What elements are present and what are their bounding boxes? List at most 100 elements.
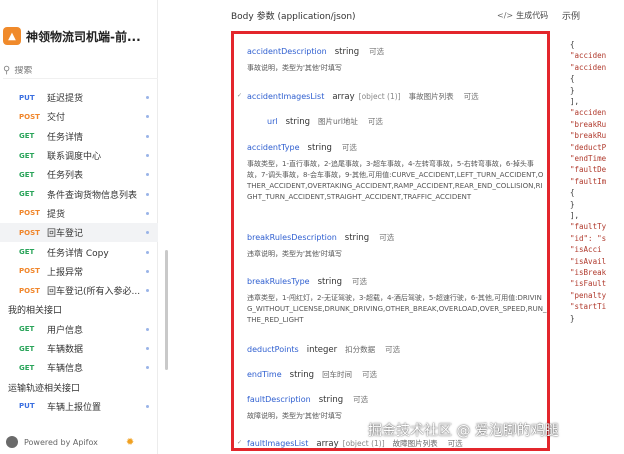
param-optional: 可选	[353, 395, 369, 404]
status-dot-icon	[146, 366, 149, 370]
param-name[interactable]: faultImagesList	[247, 439, 308, 448]
json-line: }	[570, 85, 575, 95]
sidebar-scrollbar[interactable]	[165, 250, 168, 370]
json-line: {	[570, 40, 575, 49]
param-url: url string 图片url地址 可选	[267, 116, 547, 127]
http-method-badge: POST	[19, 112, 40, 121]
param-type-detail: [object (1)]	[342, 439, 385, 448]
http-method-badge: POST	[19, 228, 40, 237]
param-description: 事故说明，类型为'其他'时填写	[247, 64, 342, 72]
param-name[interactable]: accidentType	[247, 143, 300, 152]
sidebar-endpoint[interactable]: GET 用户信息	[0, 320, 158, 339]
param-optional: 可选	[367, 117, 383, 126]
http-method-badge: GET	[19, 363, 35, 372]
param-description: 违章类型，1-闯红灯，2-无证驾驶，3-超载，4-酒后驾驶，5-超速行驶，6-其…	[247, 294, 547, 324]
param-type: string	[318, 395, 344, 405]
status-dot-icon	[146, 289, 149, 293]
param-name[interactable]: accidentDescription	[247, 47, 327, 56]
project-logo-icon: ▲	[3, 27, 21, 45]
project-title[interactable]: 神领物流司机端-前...	[26, 28, 141, 45]
param-header: accidentImagesList array [object (1)] 事故图片列…	[247, 91, 547, 102]
param-optional: 可选	[463, 92, 479, 101]
api-tree: PUT 延迟提货 POST 交付 GET 任务详情 GET 联系调度中心 GET 任务列表 GET 条…	[0, 88, 158, 416]
param-optional: 可选	[341, 143, 357, 152]
apifox-logo-icon	[6, 436, 18, 448]
json-line: {	[570, 188, 575, 198]
http-method-badge: GET	[19, 151, 35, 160]
endpoint-label: 车辆信息	[47, 364, 84, 375]
sidebar-endpoint[interactable]: PUT 车辆上报位置	[0, 397, 158, 416]
json-example: { "acciden "acciden { } ], "acciden "bre…	[556, 28, 624, 454]
http-method-badge: POST	[19, 209, 40, 218]
param-header: breakRulesDescription string 可选	[247, 232, 547, 243]
sidebar-folder[interactable]: 运输轨迹相关接口	[0, 377, 158, 396]
param-header: url string 图片url地址 可选	[267, 116, 547, 127]
generate-code-button[interactable]: </> 生成代码	[497, 10, 548, 21]
param-header: accidentDescription string 可选	[247, 46, 547, 57]
json-line: "acciden	[570, 108, 607, 118]
param-faultDescription: faultDescription string 可选 故障说明，类型为'其他'时填写	[247, 394, 547, 422]
param-name[interactable]: url	[267, 117, 278, 126]
param-type: array	[332, 92, 355, 102]
status-dot-icon	[146, 231, 149, 235]
sidebar-endpoint[interactable]: POST 回车登记	[0, 223, 158, 243]
folder-label: 运输轨迹相关接口	[8, 383, 81, 394]
sidebar: ▲ 神领物流司机端-前... ⚲ PUT延迟提货POST交付GET任务详情GET…	[0, 0, 158, 454]
watermark: 掘金技术社区 @ 爱泡脚的鸡腿	[368, 423, 559, 439]
sidebar-endpoint[interactable]: GET 任务详情	[0, 127, 158, 146]
sidebar-endpoint[interactable]: POST 提货	[0, 204, 158, 223]
http-method-badge: POST	[19, 286, 40, 295]
param-name[interactable]: accidentImagesList	[247, 92, 324, 101]
param-type: string	[289, 370, 315, 380]
param-header: faultDescription string 可选	[247, 394, 547, 405]
param-name[interactable]: endTime	[247, 370, 282, 379]
collapse-icon[interactable]: ✓	[237, 439, 242, 446]
sidebar-endpoint[interactable]: POST 上报异常	[0, 262, 158, 281]
search-input[interactable]	[14, 65, 135, 76]
param-name[interactable]: faultDescription	[247, 395, 311, 404]
param-name[interactable]: breakRulesType	[247, 277, 310, 286]
status-dot-icon	[146, 154, 149, 158]
collapse-icon[interactable]: ✓	[237, 92, 242, 99]
json-line: "endTime	[570, 154, 607, 163]
sidebar-endpoint[interactable]: POST 交付	[0, 107, 158, 126]
json-line: ],	[570, 211, 580, 220]
json-line: "penalty	[570, 290, 607, 300]
sidebar-endpoint[interactable]: GET 车辆数据	[0, 339, 158, 358]
json-line: "acciden	[570, 62, 607, 72]
param-name[interactable]: deductPoints	[247, 345, 299, 354]
sidebar-folder[interactable]: 我的相关接口	[0, 300, 158, 319]
endpoint-label: 延迟提货	[47, 94, 84, 105]
status-dot-icon	[146, 173, 149, 177]
sidebar-endpoint[interactable]: GET 联系调度中心	[0, 146, 158, 165]
param-header: breakRulesType string 可选	[247, 276, 547, 287]
sidebar-endpoint[interactable]: GET 条件查询货物信息列表	[0, 184, 158, 203]
param-optional: 可选	[352, 277, 368, 286]
sidebar-endpoint[interactable]: GET 任务详情 Copy	[0, 242, 158, 261]
body-params-title: Body 参数 (application/json)	[231, 12, 356, 22]
param-type: string	[334, 47, 360, 57]
powered-by-label[interactable]: Powered by Apifox	[24, 438, 98, 447]
param-title: 图片url地址	[318, 117, 358, 126]
endpoint-label: 车辆数据	[47, 345, 84, 355]
generate-code-label: 生成代码	[516, 11, 549, 20]
endpoint-label: 任务列表	[47, 171, 84, 182]
http-method-badge: PUT	[19, 93, 35, 102]
theme-toggle-icon[interactable]: ✹	[126, 437, 134, 448]
param-name[interactable]: breakRulesDescription	[247, 233, 337, 242]
sidebar-endpoint[interactable]: GET 任务列表	[0, 165, 158, 184]
http-method-badge: GET	[19, 170, 35, 179]
sidebar-endpoint[interactable]: PUT 延迟提货	[0, 88, 158, 107]
param-header: accidentType string 可选	[247, 142, 547, 153]
code-icon: </>	[497, 11, 514, 20]
sidebar-endpoint[interactable]: GET 车辆信息	[0, 358, 158, 377]
json-line: "deductP	[570, 142, 607, 152]
endpoint-label: 车辆上报位置	[47, 402, 102, 413]
status-dot-icon	[146, 211, 149, 215]
http-method-badge: PUT	[19, 402, 35, 411]
tab-example[interactable]: 示例	[562, 9, 580, 22]
param-header: deductPoints integer 扣分数据 可选	[247, 344, 547, 355]
json-line: "breakRu	[570, 131, 607, 141]
sidebar-endpoint[interactable]: POST 回车登记(所有入参必...	[0, 281, 158, 300]
param-optional: 可选	[379, 233, 395, 242]
